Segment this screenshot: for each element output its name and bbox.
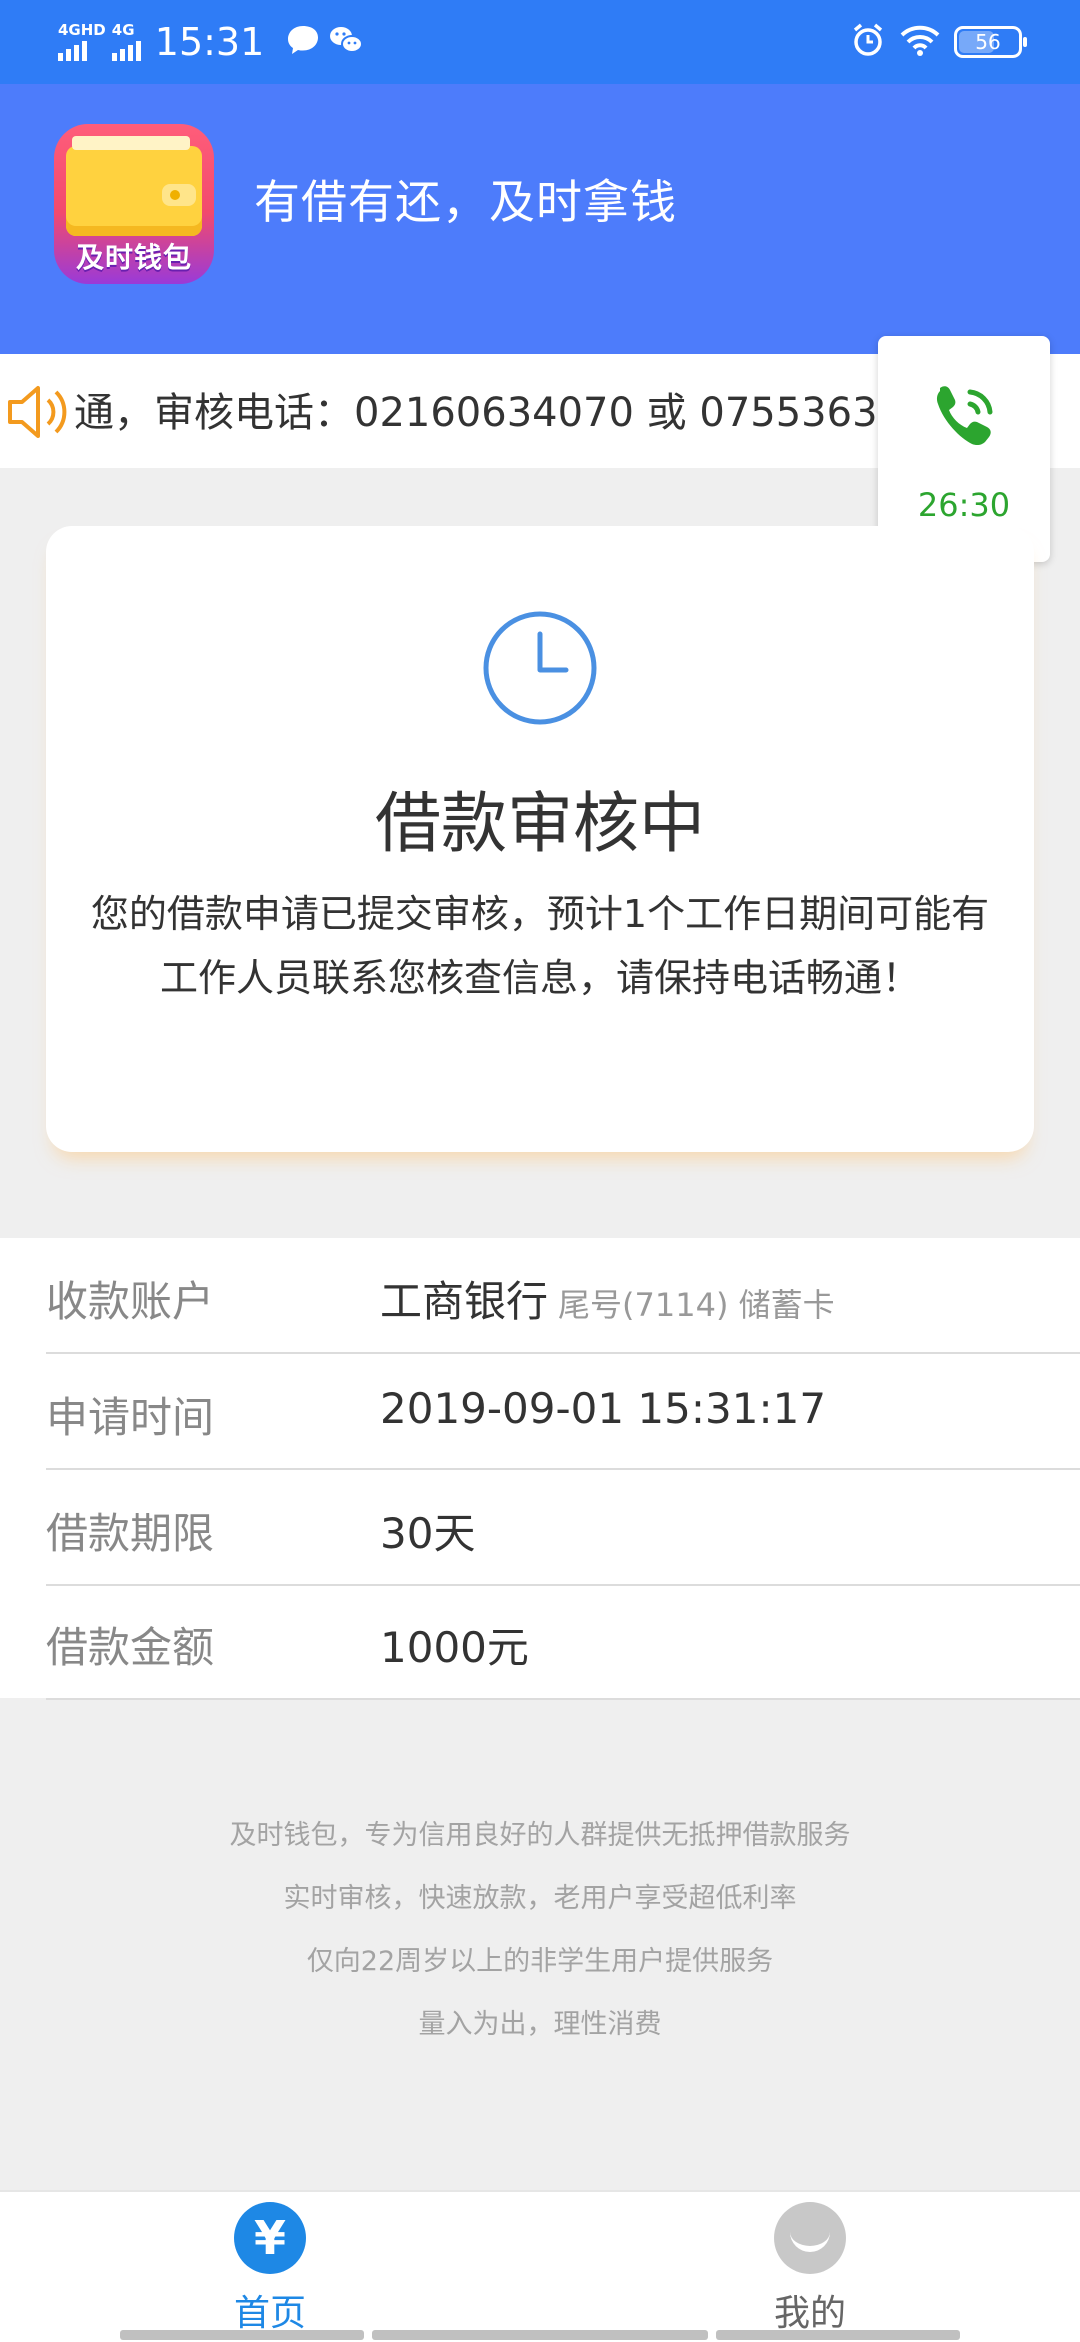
signal-indicator-1: 4GHD xyxy=(58,23,106,61)
review-status-title: 借款审核中 xyxy=(375,785,705,862)
logo-text: 及时钱包 xyxy=(75,241,192,274)
loan-amount-value: 1000元 xyxy=(380,1623,529,1672)
call-timer: 26:30 xyxy=(917,486,1011,524)
yen-icon: ¥ xyxy=(234,2202,306,2274)
phone-icon xyxy=(936,386,993,446)
status-bar-right: 56 xyxy=(850,14,1027,70)
account-label: 收款账户 xyxy=(46,1277,215,1326)
info-row-account: 收款账户 工商银行 尾号(7114) 储蓄卡 xyxy=(46,1238,1080,1354)
review-status-card: 借款审核中 您的借款申请已提交审核，预计1个工作日期间可能有工作人员联系您核查信… xyxy=(46,526,1034,1152)
nav-gesture-bar xyxy=(120,2330,364,2340)
footer-note-line: 及时钱包，专为信用良好的人群提供无抵押借款服务 xyxy=(229,1820,851,1851)
signal-bars-icon xyxy=(111,41,141,61)
loan-amount-label: 借款金额 xyxy=(46,1623,215,1672)
signal-indicator-2: 4G xyxy=(111,21,141,61)
status-bar: 4GHD 4G 15:31 56 xyxy=(0,0,1080,84)
nav-gesture-bar xyxy=(716,2330,960,2340)
chat-bubble-icon xyxy=(286,24,320,60)
review-status-description: 您的借款申请已提交审核，预计1个工作日期间可能有工作人员联系您核查信息，请保持电… xyxy=(90,892,990,1000)
loan-info-list: 收款账户 工商银行 尾号(7114) 储蓄卡 申请时间 2019-09-01 15… xyxy=(0,1238,1080,1700)
notice-text: 通，审核电话：02160634070 或 0755363 xyxy=(74,390,878,436)
nav-gesture-bar xyxy=(372,2330,708,2340)
footer-note-line: 实时审核，快速放款，老用户享受超低利率 xyxy=(283,1883,797,1914)
wechat-icon xyxy=(328,24,364,60)
apply-time-label: 申请时间 xyxy=(46,1393,215,1442)
account-value: 工商银行 尾号(7114) 储蓄卡 xyxy=(380,1268,835,1329)
network-type-2: 4G xyxy=(111,21,135,39)
info-row-amount: 借款金额 1000元 xyxy=(46,1584,1080,1700)
footer-note-line: 量入为出，理性消费 xyxy=(418,2009,662,2040)
loan-term-label: 借款期限 xyxy=(46,1509,215,1558)
tab-home-label: 首页 xyxy=(233,2293,306,2334)
battery-icon: 56 xyxy=(954,26,1027,58)
app-slogan: 有借有还，及时拿钱 xyxy=(254,175,677,229)
battery-percent: 56 xyxy=(975,30,1001,54)
wifi-icon xyxy=(898,23,942,61)
network-type-1: 4GHD xyxy=(58,21,106,39)
info-row-term: 借款期限 30天 xyxy=(46,1470,1080,1586)
apply-time-value: 2019-09-01 15:31:17 xyxy=(380,1384,827,1433)
bottom-tab-bar: ¥ 首页 我的 xyxy=(0,2190,1080,2342)
footer-notes: 及时钱包，专为信用良好的人群提供无抵押借款服务 实时审核，快速放款，老用户享受超… xyxy=(0,1804,1080,2056)
signal-bars-icon xyxy=(58,41,87,61)
app-header: 及时钱包 有借有还，及时拿钱 xyxy=(0,84,1080,354)
tab-mine-label: 我的 xyxy=(773,2293,846,2334)
account-detail: 尾号(7114) 储蓄卡 xyxy=(558,1286,835,1324)
profile-icon xyxy=(774,2202,846,2274)
account-bank: 工商银行 xyxy=(380,1277,549,1326)
loan-term-value: 30天 xyxy=(380,1509,476,1558)
info-row-apply-time: 申请时间 2019-09-01 15:31:17 xyxy=(46,1354,1080,1470)
app-logo: 及时钱包 xyxy=(54,124,214,284)
tab-mine[interactable]: 我的 xyxy=(660,2192,960,2342)
tab-home[interactable]: ¥ 首页 xyxy=(120,2192,420,2342)
speaker-icon xyxy=(6,382,72,446)
footer-note-line: 仅向22周岁以上的非学生用户提供服务 xyxy=(306,1946,774,1977)
status-bar-left: 4GHD 4G 15:31 xyxy=(58,14,364,70)
alarm-icon xyxy=(850,22,886,62)
clock-icon xyxy=(483,611,597,725)
wallet-icon xyxy=(66,136,202,236)
clock-time: 15:31 xyxy=(154,20,265,64)
